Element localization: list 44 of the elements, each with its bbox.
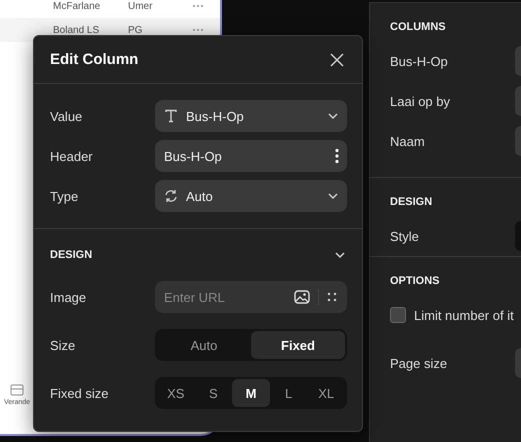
- size-option[interactable]: Auto: [157, 331, 251, 359]
- column-label: Naam: [390, 134, 425, 148]
- field-label: Image: [50, 290, 88, 304]
- more-icon[interactable]: [335, 148, 339, 164]
- size-option[interactable]: M: [232, 379, 270, 407]
- column-field[interactable]: [515, 86, 521, 116]
- size-option[interactable]: Fixed: [251, 331, 345, 359]
- close-button[interactable]: [328, 50, 346, 68]
- field-label: Header: [50, 148, 94, 164]
- column-field[interactable]: [515, 46, 521, 76]
- size-option[interactable]: L: [270, 379, 308, 407]
- url-field[interactable]: Enter URL: [155, 281, 347, 313]
- table-cell-text: Umer: [128, 0, 154, 12]
- size-option[interactable]: XL: [307, 379, 345, 407]
- field-label: Fixed size: [50, 386, 110, 400]
- section-heading: COLUMNS: [390, 21, 447, 35]
- select-field[interactable]: Bus-H-Op: [155, 100, 347, 132]
- dialog-title: Edit Column: [50, 51, 138, 68]
- field-label: Style: [390, 228, 419, 244]
- section-heading: DESIGN: [50, 249, 92, 261]
- section-heading: OPTIONS: [390, 275, 441, 289]
- field-label: Value: [50, 108, 84, 124]
- table-icon[interactable]: [10, 384, 24, 396]
- section-heading: DESIGN: [390, 196, 434, 210]
- refresh-icon: [164, 189, 178, 203]
- text-icon: [164, 109, 178, 123]
- size-option[interactable]: XS: [157, 379, 195, 407]
- checkbox-label: Limit number of it: [414, 308, 514, 322]
- page-size-field[interactable]: [515, 348, 521, 378]
- image-icon[interactable]: [294, 290, 310, 304]
- select-field[interactable]: Auto: [155, 180, 347, 212]
- field-label: Type: [50, 188, 80, 204]
- field-label: Page size: [390, 356, 448, 370]
- table-cell-text: McFarlane: [53, 0, 102, 12]
- checkbox[interactable]: [390, 307, 406, 323]
- table-cell-text: PG: [128, 24, 144, 36]
- column-field[interactable]: [515, 126, 521, 156]
- grid-dots-icon[interactable]: [327, 292, 337, 302]
- table-cell-text: Boland LS: [53, 24, 100, 36]
- column-label: Laai op by: [390, 94, 450, 108]
- input-field[interactable]: Bus-H-Op: [155, 140, 347, 172]
- column-label: Bus-H-Op: [390, 54, 448, 68]
- field-label: Size: [50, 338, 76, 352]
- size-option[interactable]: S: [194, 379, 232, 407]
